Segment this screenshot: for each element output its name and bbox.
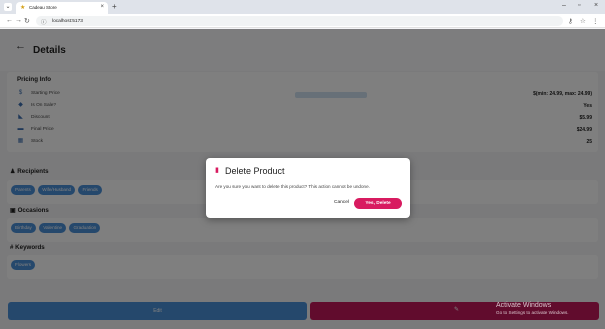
url-text: localhost:5173 xyxy=(52,18,83,24)
browser-tab-bar: ⌄ ★ Cadeau Store × + – ▫ × xyxy=(0,0,605,14)
activate-windows-watermark: Activate Windows Go to Settings to activ… xyxy=(496,302,569,315)
key-icon[interactable]: ⚷ xyxy=(568,17,573,25)
restore-button[interactable]: ▫ xyxy=(578,2,580,9)
window-close-button[interactable]: × xyxy=(594,2,598,9)
trash-icon: ▮ xyxy=(215,167,219,174)
favicon-icon: ★ xyxy=(20,5,26,11)
dialog-message: Are you sure you want to delete this pro… xyxy=(215,184,370,189)
delete-dialog: ▮ Delete Product Are you sure you want t… xyxy=(206,158,410,218)
close-icon[interactable]: × xyxy=(100,4,104,10)
tab-title: Cadeau Store xyxy=(29,5,57,10)
back-nav-icon[interactable]: ← xyxy=(6,17,13,24)
menu-dots-icon[interactable]: ⋮ xyxy=(592,17,599,25)
chevron-down-icon[interactable]: ⌄ xyxy=(4,3,12,11)
forward-nav-icon[interactable]: → xyxy=(15,17,22,24)
watermark-subtitle: Go to Settings to activate Windows. xyxy=(496,310,569,315)
browser-tab[interactable]: ★ Cadeau Store × xyxy=(16,2,108,14)
url-field[interactable]: ⓘ localhost:5173 xyxy=(36,16,563,26)
new-tab-button[interactable]: + xyxy=(112,2,117,11)
dialog-title: Delete Product xyxy=(225,166,285,176)
reload-icon[interactable]: ↻ xyxy=(24,17,30,25)
site-info-icon[interactable]: ⓘ xyxy=(41,18,47,26)
bookmark-star-icon[interactable]: ☆ xyxy=(580,17,586,25)
cancel-button[interactable]: Cancel xyxy=(334,200,349,205)
minimize-button[interactable]: – xyxy=(562,2,566,9)
confirm-delete-button[interactable]: Yes, Delete xyxy=(354,198,402,209)
address-bar-row: ← → ↻ ⓘ localhost:5173 ⚷ ☆ ⋮ xyxy=(0,14,605,28)
watermark-title: Activate Windows xyxy=(496,302,552,309)
